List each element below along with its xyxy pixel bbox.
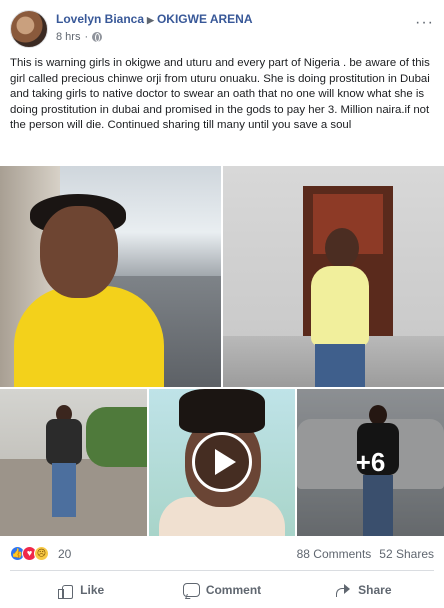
like-button[interactable]: Like xyxy=(10,575,151,605)
photo-1[interactable] xyxy=(0,166,221,387)
comment-button[interactable]: Comment xyxy=(151,575,292,605)
comment-icon xyxy=(182,582,200,598)
photo-5[interactable]: +6 xyxy=(297,389,444,536)
more-photos-overlay[interactable]: +6 xyxy=(297,389,444,536)
sad-icon: ☹ xyxy=(34,546,49,561)
share-label: Share xyxy=(358,583,392,597)
reaction-count[interactable]: 20 xyxy=(58,547,71,561)
photo-2[interactable] xyxy=(223,166,444,387)
play-button[interactable] xyxy=(192,432,252,492)
post-text: This is warning girls in okigwe and utur… xyxy=(10,57,430,131)
like-label: Like xyxy=(80,583,105,597)
engagement-counts: 88 Comments 52 Shares xyxy=(297,547,434,561)
share-button[interactable]: Share xyxy=(293,575,434,605)
share-icon xyxy=(335,582,351,598)
group-name[interactable]: OKIGWE ARENA xyxy=(157,12,253,26)
thumbs-up-icon xyxy=(57,582,74,599)
action-bar: Like Comment Share xyxy=(10,575,434,605)
more-photos-count: +6 xyxy=(355,447,386,477)
arrow-right-icon: ▶ xyxy=(147,15,154,25)
post-time[interactable]: 8 hrs xyxy=(56,31,80,43)
reactions-bar: 👍 ♥ ☹ 20 88 Comments 52 Shares xyxy=(10,544,434,564)
divider xyxy=(10,570,434,571)
meta-separator: · xyxy=(84,31,89,43)
feed-post: Lovelyn Bianca ▶ OKIGWE ARENA 8 hrs · ··· … xyxy=(0,0,444,608)
shares-count[interactable]: 52 Shares xyxy=(379,547,434,561)
comment-label: Comment xyxy=(205,583,262,597)
post-title: Lovelyn Bianca ▶ OKIGWE ARENA xyxy=(56,12,253,26)
reaction-icons[interactable]: 👍 ♥ ☹ xyxy=(10,546,49,561)
post-meta: 8 hrs · xyxy=(56,31,103,43)
post-header: Lovelyn Bianca ▶ OKIGWE ARENA 8 hrs · ··· xyxy=(10,10,434,48)
globe-icon[interactable] xyxy=(92,32,103,42)
author-name[interactable]: Lovelyn Bianca xyxy=(56,12,144,26)
play-icon xyxy=(214,449,236,475)
photo-3[interactable] xyxy=(0,389,147,536)
more-options-icon[interactable]: ··· xyxy=(415,14,434,32)
author-avatar[interactable] xyxy=(10,10,48,48)
comments-count[interactable]: 88 Comments xyxy=(297,547,372,561)
video-thumbnail[interactable] xyxy=(149,389,295,536)
